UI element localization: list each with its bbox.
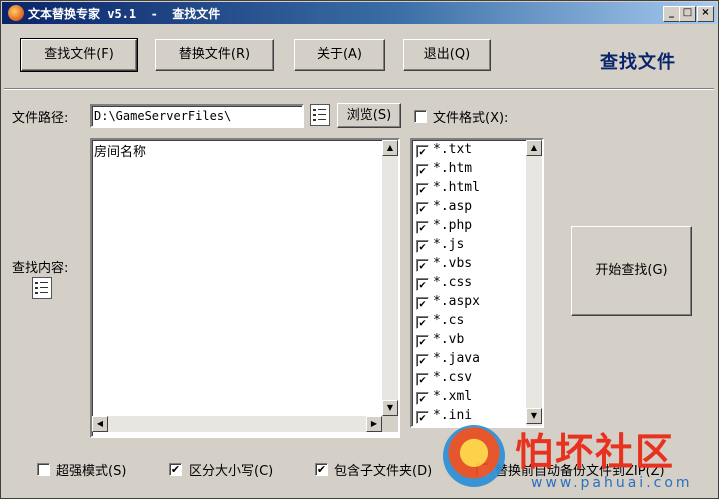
scroll-down-icon[interactable]: ▼ [382,400,398,416]
window-title: 文本替换专家 v5.1 - 查找文件 [28,7,221,21]
file-format-item-label: *.csv [433,370,473,385]
file-format-item-checkbox[interactable]: ✔ [416,373,429,386]
file-format-item-label: *.asp [433,199,473,214]
file-format-item-label: *.cs [433,313,465,328]
file-format-item-checkbox[interactable]: ✔ [416,278,429,291]
replace-files-button[interactable]: 替换文件(R) [155,39,274,71]
include-subfolders-label: 包含子文件夹(D) [334,464,433,479]
scroll-up-icon[interactable]: ▲ [382,140,398,156]
app-icon [8,5,24,21]
close-icon[interactable]: × [697,6,714,22]
separator [4,88,714,90]
watermark-logo-icon [443,425,505,487]
file-format-item-label: *.js [433,237,465,252]
watermark-url: www.pahuai.com [531,475,693,491]
file-format-item-label: *.htm [433,161,473,176]
path-label: 文件路径: [12,111,69,126]
main-window: 文本替换专家 v5.1 - 查找文件 _ □ × 查找文件(F) 替换文件(R)… [0,0,719,499]
find-files-button[interactable]: 查找文件(F) [20,38,138,72]
file-format-item-checkbox[interactable]: ✔ [416,354,429,367]
title-bar: 文本替换专家 v5.1 - 查找文件 _ □ × [2,2,717,24]
case-sensitive-checkbox[interactable]: ✔ [169,463,182,476]
file-format-label: 文件格式(X): [433,111,509,126]
scroll-right-icon[interactable]: ▶ [366,416,382,432]
format-list-scrollbar[interactable]: ▲ ▼ [526,140,542,426]
file-format-item-checkbox[interactable]: ✔ [416,202,429,215]
file-format-item-checkbox[interactable]: ✔ [416,392,429,405]
about-button[interactable]: 关于(A) [294,39,385,71]
file-format-checkbox[interactable] [414,110,427,123]
scroll-left-icon[interactable]: ◀ [92,416,108,432]
format-scroll-up-icon[interactable]: ▲ [526,140,542,156]
file-format-item-checkbox[interactable]: ✔ [416,411,429,424]
file-format-item-checkbox[interactable]: ✔ [416,183,429,196]
textarea-horizontal-scrollbar[interactable]: ◀ ▶ [92,416,382,432]
file-format-item-checkbox[interactable]: ✔ [416,259,429,272]
file-format-item-checkbox[interactable]: ✔ [416,316,429,329]
watermark-name: 怕坏社区 [515,430,676,474]
file-format-item-checkbox[interactable]: ✔ [416,240,429,253]
scroll-corner [382,416,398,432]
path-input[interactable]: D:\GameServerFiles\ [90,104,304,128]
file-format-item-label: *.aspx [433,294,480,309]
file-format-item-label: *.vb [433,332,465,347]
file-format-item-checkbox[interactable]: ✔ [416,335,429,348]
super-mode-label: 超强模式(S) [56,464,127,479]
file-format-item-label: *.css [433,275,473,290]
file-format-item-checkbox[interactable]: ✔ [416,297,429,310]
include-subfolders-checkbox[interactable]: ✔ [315,463,328,476]
file-format-item-checkbox[interactable]: ✔ [416,221,429,234]
file-format-item-label: *.php [433,218,473,233]
file-format-item-label: *.java [433,351,480,366]
file-format-item-label: *.txt [433,142,473,157]
super-mode-checkbox[interactable] [37,463,50,476]
search-content-textarea[interactable]: 房间名称 ▲ ▼ ◀ ▶ [90,138,400,438]
search-content-text: 房间名称 [94,145,147,160]
watermark: 怕坏社区 www.pahuai.com [441,421,711,495]
file-format-item-checkbox[interactable]: ✔ [416,164,429,177]
exit-button[interactable]: 退出(Q) [403,39,491,71]
search-history-icon[interactable] [32,277,52,299]
search-content-label: 查找内容: [12,261,69,276]
file-format-list[interactable]: ✔ *.txt ✔ *.htm ✔ *.html ✔ *.asp ✔ *.php ✔ *.js ✔ *.v… [410,138,544,428]
textarea-vertical-scrollbar[interactable]: ▲ ▼ [382,140,398,416]
maximize-icon[interactable]: □ [679,6,696,22]
browse-button[interactable]: 浏览(S) [337,103,401,128]
file-format-item-label: *.vbs [433,256,473,271]
start-search-button[interactable]: 开始查找(G) [571,226,692,316]
path-history-icon[interactable] [310,104,330,126]
file-format-item-label: *.html [433,180,480,195]
minimize-icon[interactable]: _ [663,6,680,22]
file-format-item-checkbox[interactable]: ✔ [416,145,429,158]
file-format-item-label: *.xml [433,389,473,404]
mode-title: 查找文件 [600,52,676,73]
case-sensitive-label: 区分大小写(C) [189,464,274,479]
